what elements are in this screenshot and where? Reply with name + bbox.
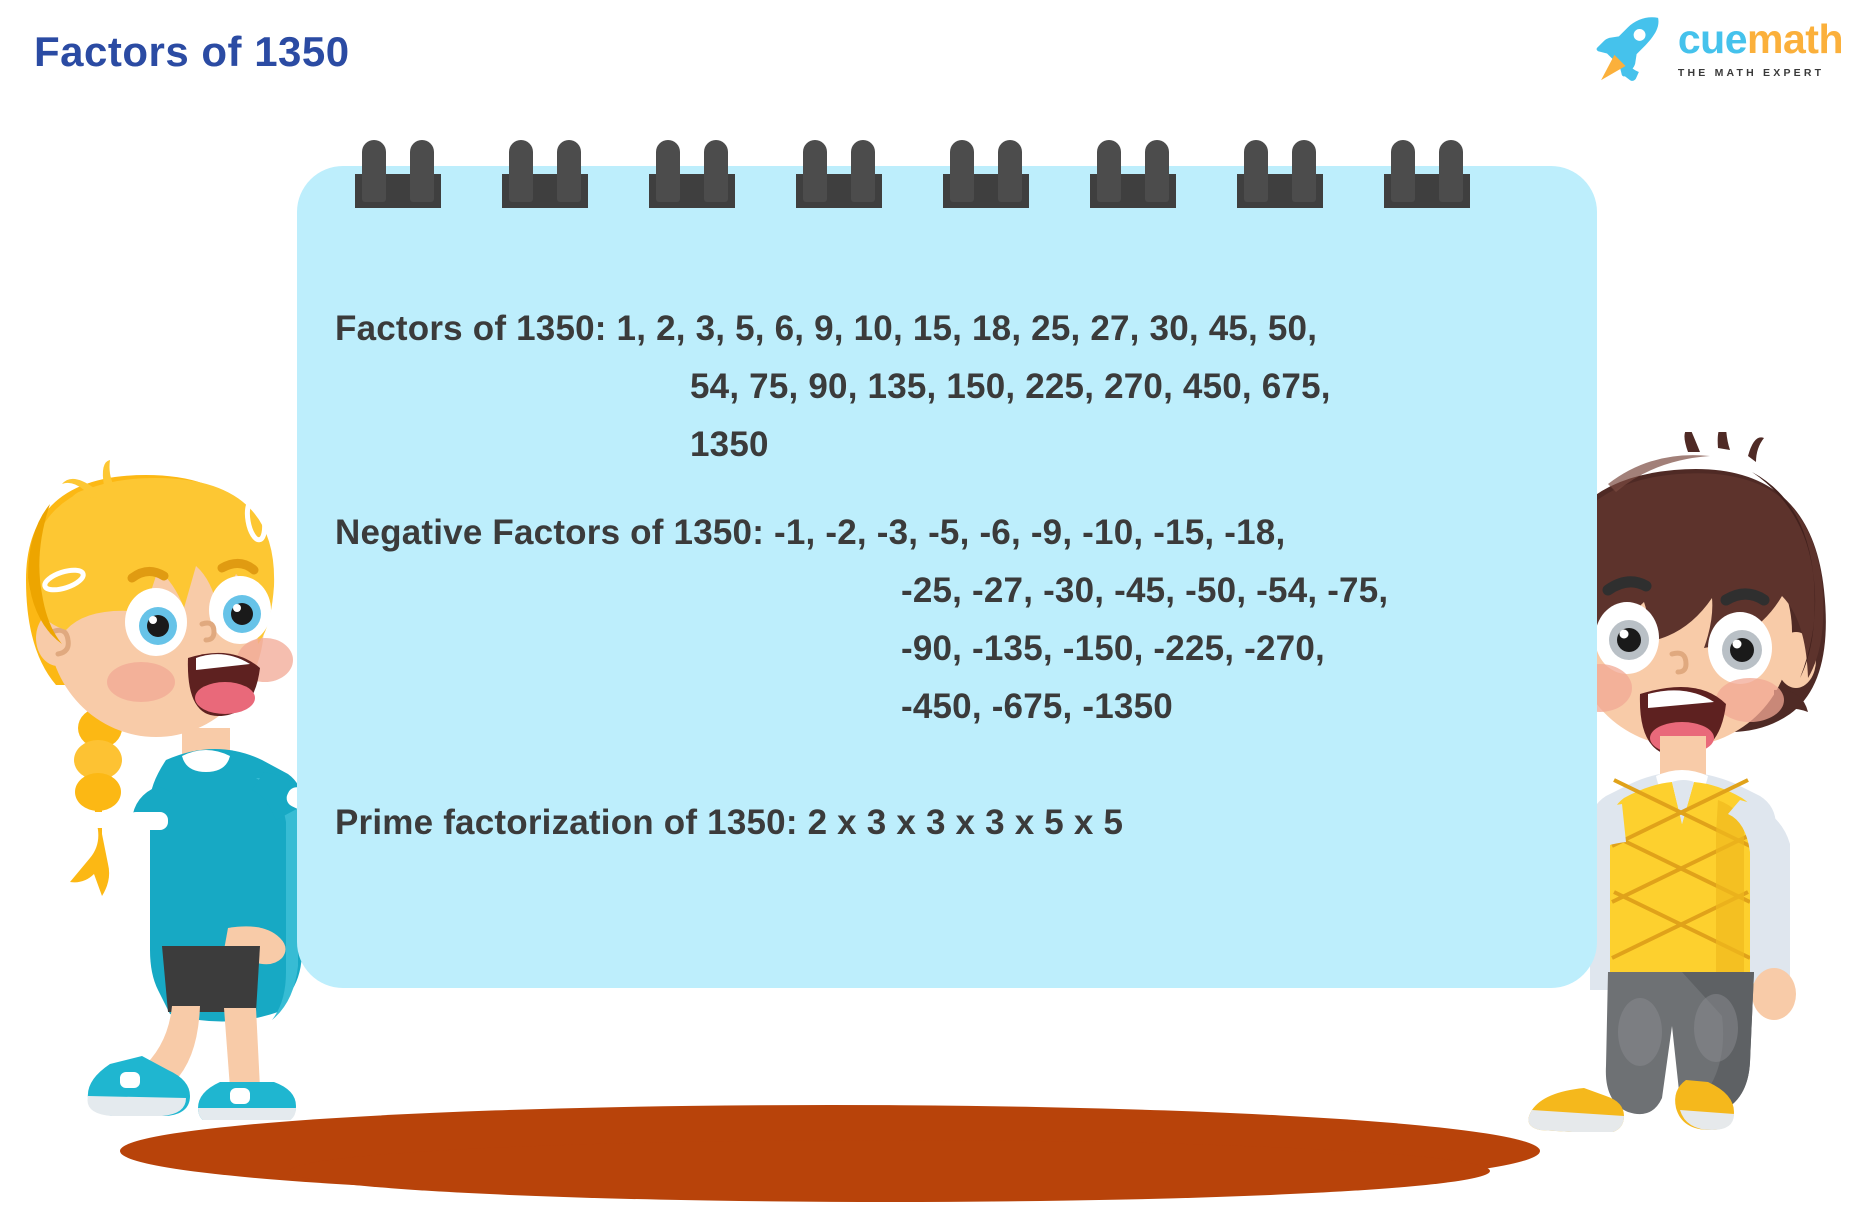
negative-factors-line: -25, -27, -30, -45, -50, -54, -75, [901,571,1389,610]
binding-bar [1145,140,1169,202]
binding-ring [796,140,882,208]
girl-character [26,460,336,1120]
cuemath-logo[interactable]: cuemath THE MATH EXPERT [1590,12,1843,86]
brand-name: cuemath [1677,16,1844,62]
poster-canvas: Factors of 1350 cuemath THE MATH EXPERT [0,0,1867,1208]
binding-ring [355,140,441,208]
binding-ring [502,140,588,208]
ground-shadow-secondary [290,1140,1490,1202]
spiral-binding [297,140,1597,220]
binding-bar [1439,140,1463,202]
binding-bar [362,140,386,202]
binding-bar [704,140,728,202]
binding-bar [410,140,434,202]
binding-bar [1292,140,1316,202]
binding-ring [943,140,1029,208]
binding-bar [1244,140,1268,202]
factors-line: Factors of 1350: 1, 2, 3, 5, 6, 9, 10, 1… [335,309,1318,348]
binding-ring [1237,140,1323,208]
negative-factors-line: -450, -675, -1350 [901,687,1173,726]
binding-bar [1391,140,1415,202]
logo-wordmark: cuemath THE MATH EXPERT [1677,16,1844,80]
binding-bar [656,140,680,202]
binding-bar [1097,140,1121,202]
binding-ring [649,140,735,208]
factors-line: 54, 75, 90, 135, 150, 225, 270, 450, 675… [690,367,1331,406]
binding-bar [950,140,974,202]
logo-tagline: THE MATH EXPERT [1677,67,1825,79]
binding-bar [851,140,875,202]
brand-cue: cue [1677,16,1748,62]
negative-factors-line: Negative Factors of 1350: -1, -2, -3, -5… [335,513,1286,552]
page-title: Factors of 1350 [34,28,350,75]
binding-bar [557,140,581,202]
rocket-icon [1596,17,1659,81]
binding-bar [998,140,1022,202]
binding-ring [1090,140,1176,208]
binding-ring [1384,140,1470,208]
factors-line: 1350 [690,425,769,464]
negative-factors-line: -90, -135, -150, -225, -270, [901,629,1325,668]
board-content: Factors of 1350: 1, 2, 3, 5, 6, 9, 10, 1… [335,300,1575,852]
binding-bar [509,140,533,202]
binding-bar [803,140,827,202]
prime-factorization-line: Prime factorization of 1350: 2 x 3 x 3 x… [335,803,1124,842]
brand-math: math [1747,16,1843,62]
